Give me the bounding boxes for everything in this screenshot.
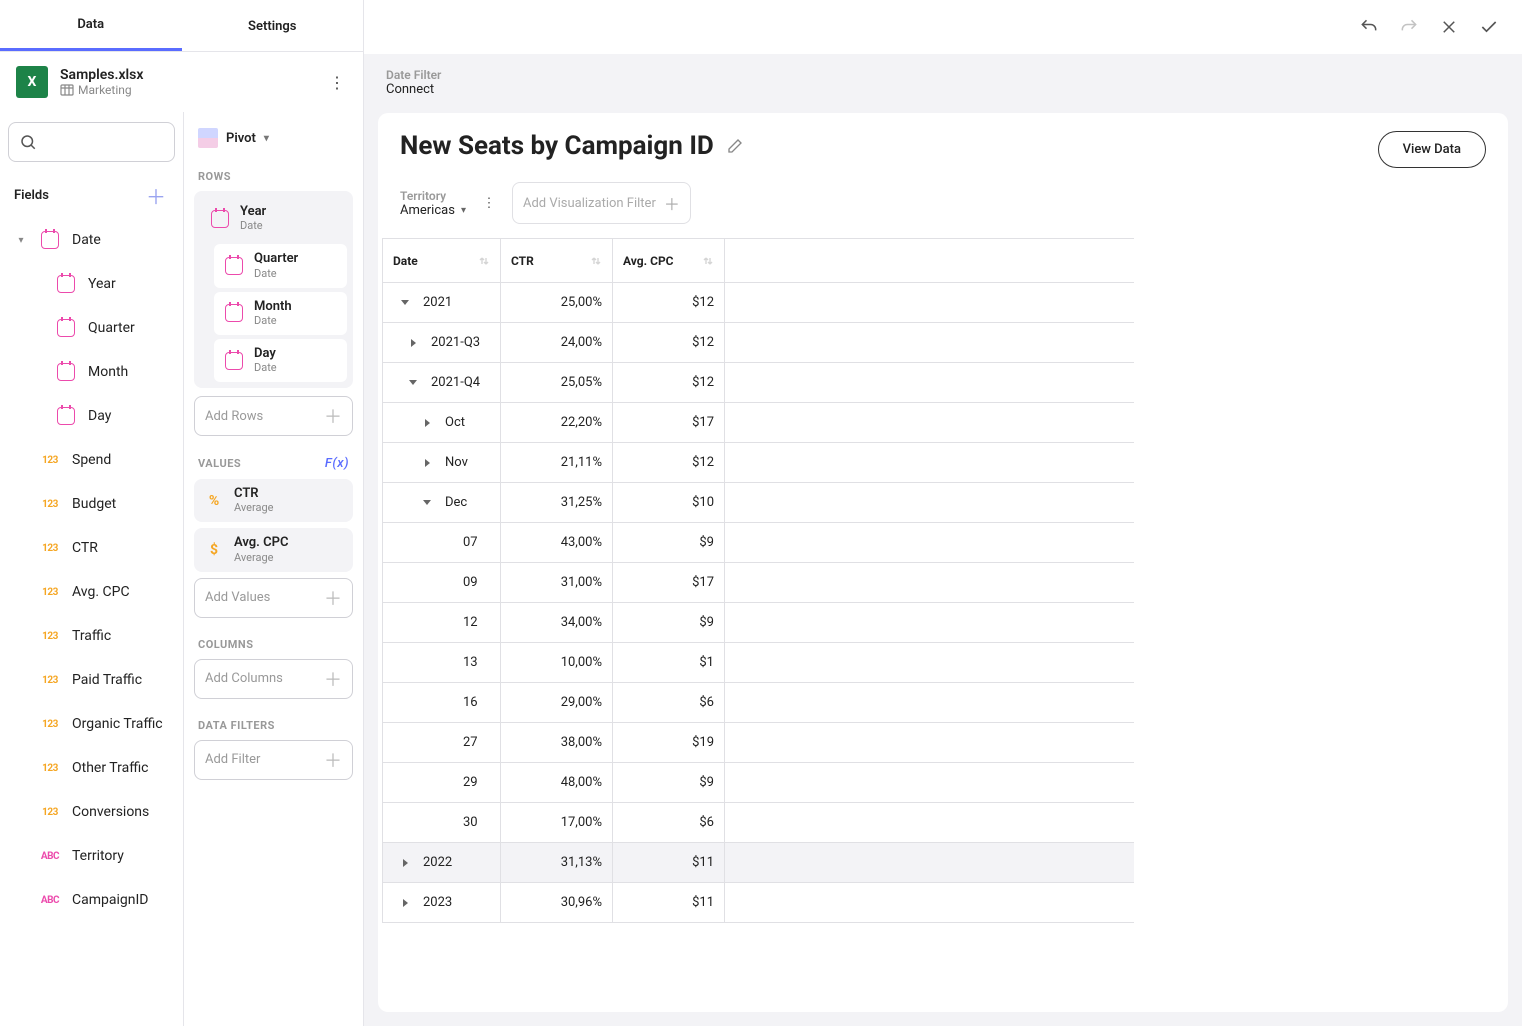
expand-icon[interactable] <box>415 419 439 427</box>
table-row[interactable]: Dec 31,25% $10 <box>383 483 1134 523</box>
field-organic traffic[interactable]: ·123Organic Traffic <box>8 702 175 746</box>
redo-button[interactable] <box>1398 16 1420 38</box>
table-row[interactable]: 2021 25,00% $12 <box>383 283 1134 323</box>
date-filter-value[interactable]: Connect <box>386 82 1500 97</box>
field-campaignid[interactable]: ·ABCCampaignID <box>8 878 175 922</box>
sheet-name: Marketing <box>60 83 315 97</box>
field-month[interactable]: Month <box>8 350 175 394</box>
collapse-icon[interactable] <box>401 380 425 385</box>
close-button[interactable] <box>1438 16 1460 38</box>
search-icon <box>19 133 37 151</box>
field-traffic[interactable]: ·123Traffic <box>8 614 175 658</box>
undo-button[interactable] <box>1358 16 1380 38</box>
expand-icon[interactable] <box>393 859 417 867</box>
viz-type-selector[interactable]: Pivot ▾ <box>194 122 353 162</box>
pivot-table: Date CTR Avg. CPC 2021 25,00% $12 2021-Q… <box>382 238 1134 923</box>
table-row[interactable]: 30 17,00% $6 <box>383 803 1134 843</box>
add-rows-button[interactable]: Add Rows＋ <box>194 396 353 436</box>
tab-data[interactable]: Data <box>0 0 182 51</box>
table-row[interactable]: 12 34,00% $9 <box>383 603 1134 643</box>
add-field-button[interactable]: ＋ <box>143 182 169 208</box>
pivot-icon <box>198 128 218 148</box>
confirm-button[interactable] <box>1478 16 1500 38</box>
search-input[interactable] <box>8 122 175 162</box>
view-data-button[interactable]: View Data <box>1378 131 1486 168</box>
collapse-icon[interactable] <box>393 300 417 305</box>
field-quarter[interactable]: Quarter <box>8 306 175 350</box>
col-cpc[interactable]: Avg. CPC <box>613 239 725 282</box>
columns-heading: COLUMNS <box>198 638 253 651</box>
value-chip-ctr[interactable]: %CTRAverage <box>194 479 353 522</box>
add-viz-filter-button[interactable]: Add Visualization Filter＋ <box>512 182 691 224</box>
value-chip-avg. cpc[interactable]: $Avg. CPCAverage <box>194 528 353 571</box>
field-ctr[interactable]: ·123CTR <box>8 526 175 570</box>
field-paid traffic[interactable]: ·123Paid Traffic <box>8 658 175 702</box>
table-row[interactable]: 2022 31,13% $11 <box>383 843 1134 883</box>
field-other traffic[interactable]: ·123Other Traffic <box>8 746 175 790</box>
table-row[interactable]: 16 29,00% $6 <box>383 683 1134 723</box>
add-values-button[interactable]: Add Values＋ <box>194 578 353 618</box>
field-avg. cpc[interactable]: ·123Avg. CPC <box>8 570 175 614</box>
values-group: %CTRAverage $Avg. CPCAverage <box>194 479 353 572</box>
add-filter-button[interactable]: Add Filter＋ <box>194 740 353 780</box>
territory-selector[interactable]: Americas▾ <box>400 203 466 218</box>
field-day[interactable]: Day <box>8 394 175 438</box>
row-chip-month[interactable]: MonthDate <box>214 292 347 335</box>
table-row[interactable]: 2021-Q3 24,00% $12 <box>383 323 1134 363</box>
top-actions <box>364 0 1522 54</box>
tab-settings[interactable]: Settings <box>182 0 364 51</box>
datasource-menu-button[interactable]: ⋮ <box>327 72 347 92</box>
field-conversions[interactable]: ·123Conversions <box>8 790 175 834</box>
expand-icon[interactable] <box>401 339 425 347</box>
table-row[interactable]: Nov 21,11% $12 <box>383 443 1134 483</box>
fx-button[interactable]: F(x) <box>325 456 349 471</box>
row-chip-year[interactable]: YearDate <box>200 197 347 240</box>
viz-title: New Seats by Campaign ID <box>400 131 714 161</box>
datasource-row: Samples.xlsx Marketing ⋮ <box>0 52 363 112</box>
table-header-row: Date CTR Avg. CPC <box>383 239 1134 283</box>
field-spend[interactable]: ·123Spend <box>8 438 175 482</box>
expand-icon[interactable] <box>393 899 417 907</box>
table-row[interactable]: 27 38,00% $19 <box>383 723 1134 763</box>
table-row[interactable]: 29 48,00% $9 <box>383 763 1134 803</box>
field-date[interactable]: ▾Date <box>8 218 175 262</box>
date-filter-label: Date Filter <box>386 68 1500 82</box>
territory-label: Territory <box>400 189 466 203</box>
add-columns-button[interactable]: Add Columns＋ <box>194 659 353 699</box>
collapse-icon[interactable] <box>415 500 439 505</box>
row-chip-quarter[interactable]: QuarterDate <box>214 244 347 287</box>
fields-label: Fields <box>14 188 49 203</box>
field-territory[interactable]: ·ABCTerritory <box>8 834 175 878</box>
values-heading: VALUES <box>198 457 241 470</box>
rows-group: YearDate QuarterDate MonthDate DayDate <box>194 191 353 388</box>
field-list: ▾DateYearQuarterMonthDay·123Spend·123Bud… <box>8 218 175 1016</box>
data-filters-heading: DATA FILTERS <box>198 719 275 732</box>
expand-icon[interactable] <box>415 459 439 467</box>
field-budget[interactable]: ·123Budget <box>8 482 175 526</box>
col-ctr[interactable]: CTR <box>501 239 613 282</box>
row-chip-day[interactable]: DayDate <box>214 339 347 382</box>
table-row[interactable]: 2021-Q4 25,05% $12 <box>383 363 1134 403</box>
table-row[interactable]: 07 43,00% $9 <box>383 523 1134 563</box>
excel-icon <box>16 66 48 98</box>
edit-title-button[interactable] <box>726 137 744 155</box>
viz-filters-menu[interactable]: ⋮ <box>480 196 498 211</box>
file-name: Samples.xlsx <box>60 67 315 83</box>
rows-heading: ROWS <box>198 170 231 183</box>
table-row[interactable]: 09 31,00% $17 <box>383 563 1134 603</box>
tabs: Data Settings <box>0 0 363 52</box>
table-row[interactable]: 13 10,00% $1 <box>383 643 1134 683</box>
field-year[interactable]: Year <box>8 262 175 306</box>
col-date[interactable]: Date <box>383 239 501 282</box>
table-row[interactable]: Oct 22,20% $17 <box>383 403 1134 443</box>
table-row[interactable]: 2023 30,96% $11 <box>383 883 1134 923</box>
